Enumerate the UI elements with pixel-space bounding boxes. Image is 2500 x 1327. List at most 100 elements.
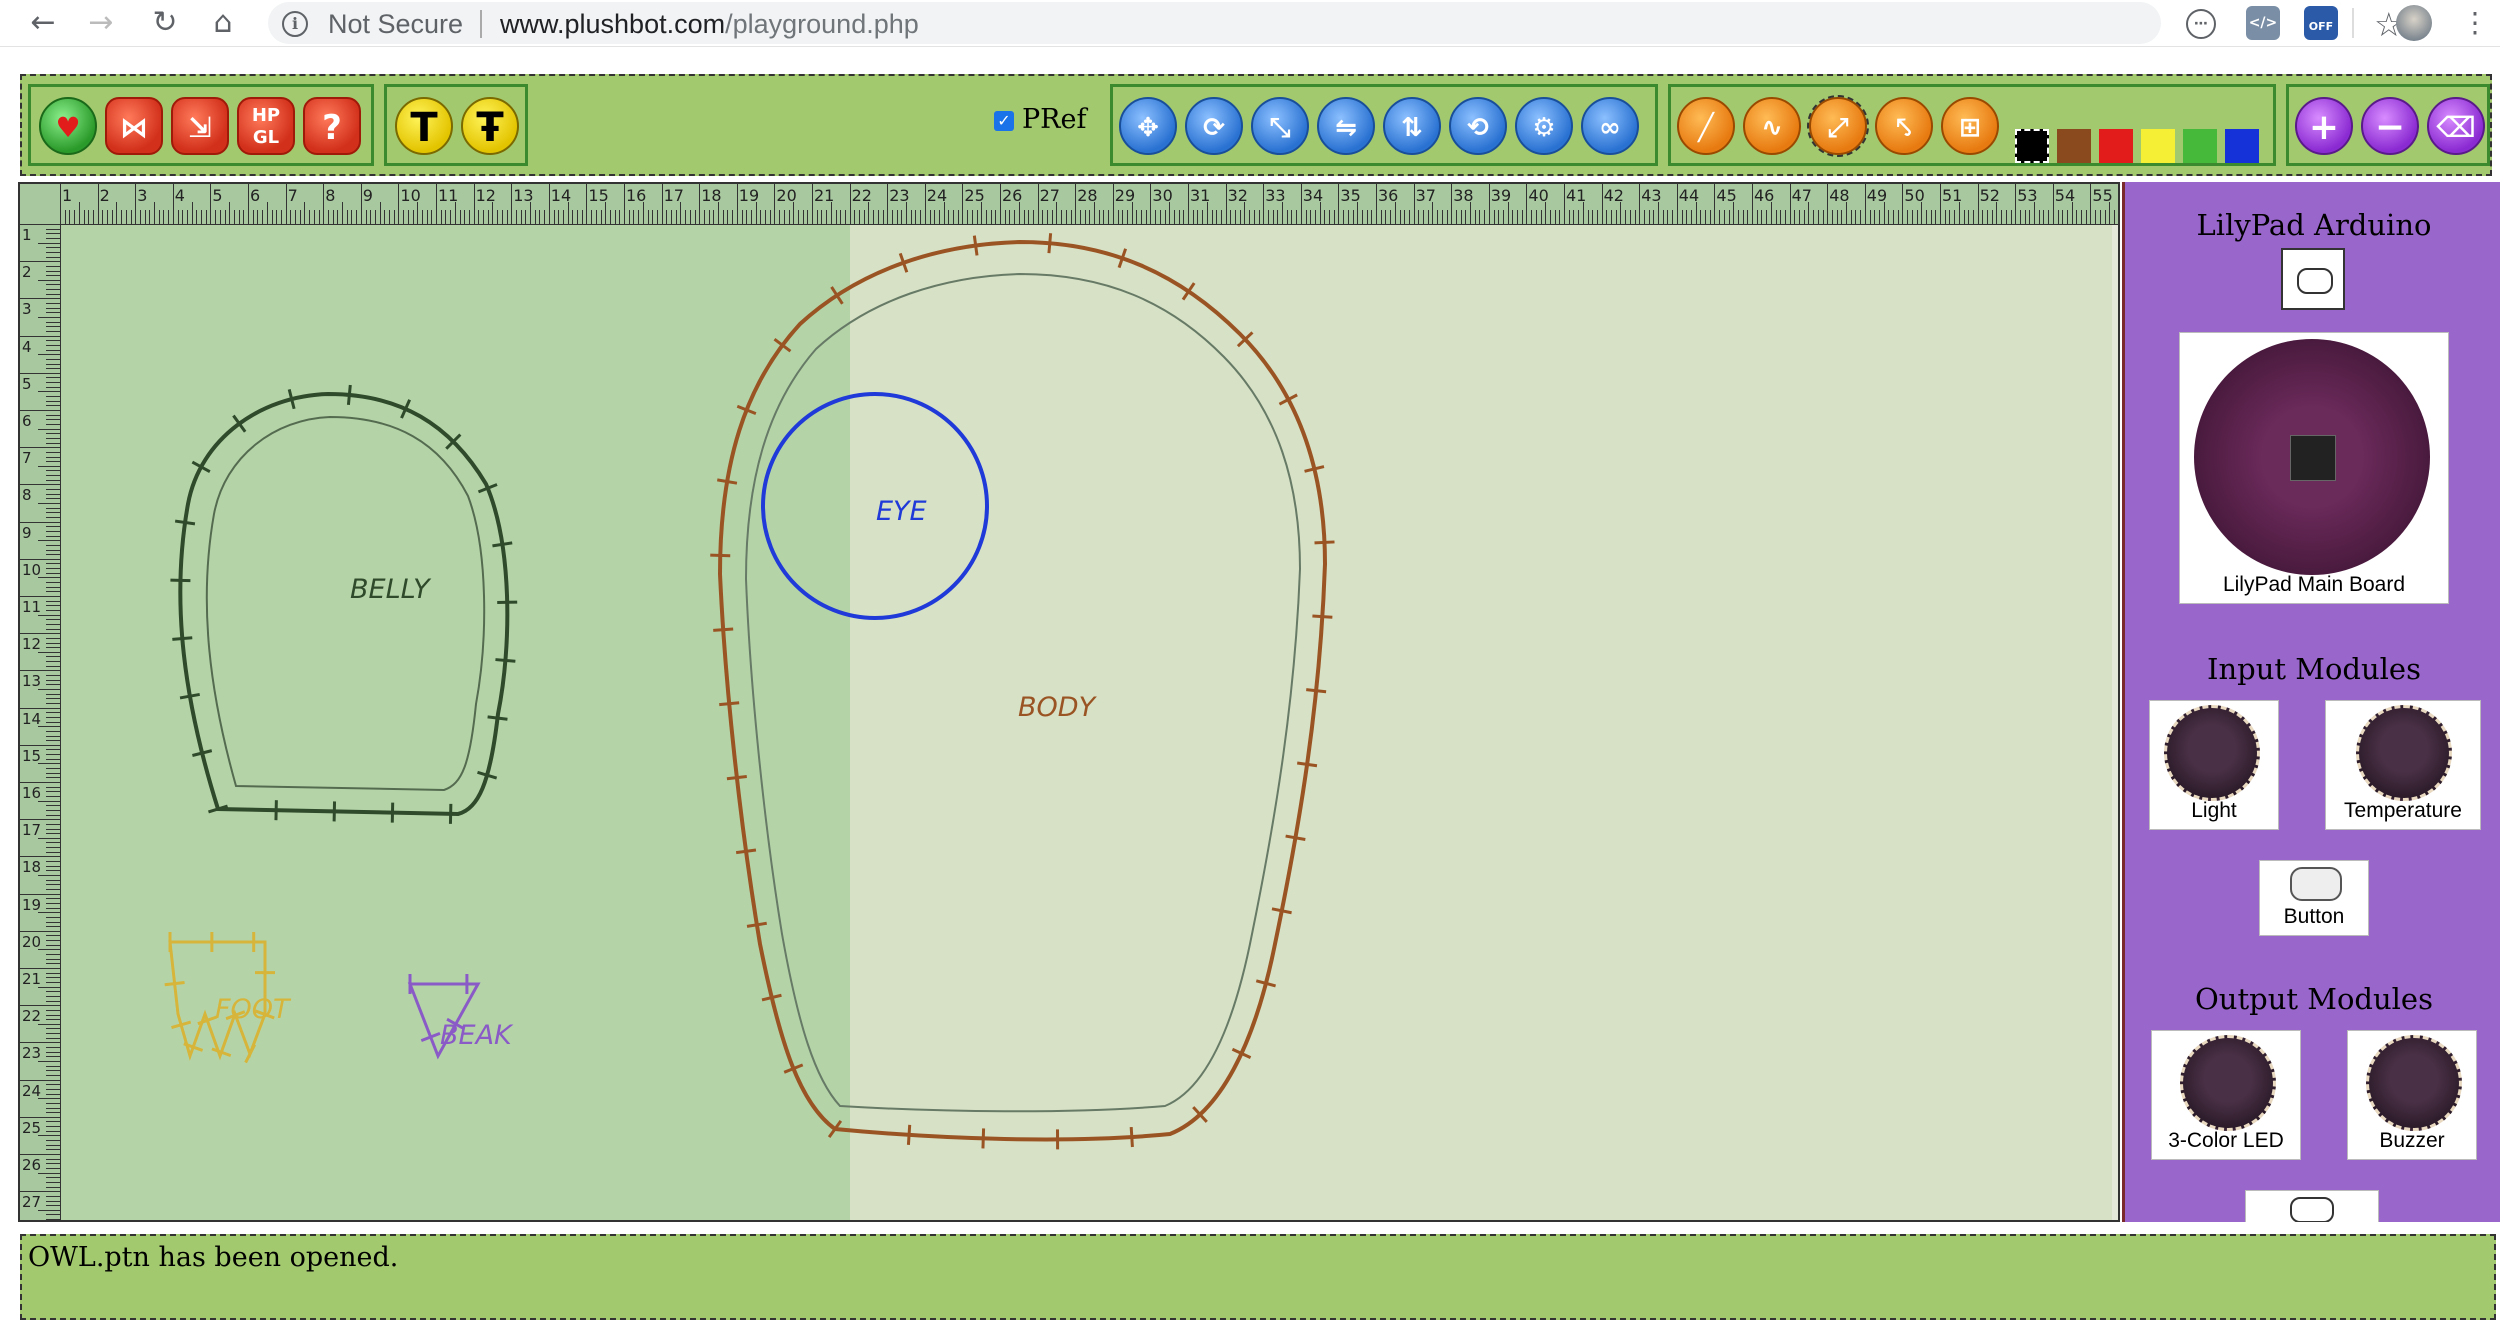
transform-tool-group: ✥ ⟳ ⤡ ⇋ ⇅ ⟲ ⚙ ∞ — [1110, 84, 1658, 166]
notch-mark — [1296, 761, 1318, 768]
export-icon[interactable]: ⇲ — [171, 97, 229, 155]
lilypad-mini-thumbnail[interactable] — [2281, 248, 2345, 310]
security-label: Not Secure — [328, 9, 464, 39]
notch-mark — [174, 519, 196, 526]
clear-icon[interactable]: ⌫ — [2427, 97, 2485, 155]
branch-icon[interactable]: ⤣ — [1875, 97, 1933, 155]
dashed-line-icon[interactable]: ⤢ — [1807, 95, 1869, 157]
rotate-point-icon[interactable]: ⟲ — [1449, 97, 1507, 155]
zoom-out-icon[interactable]: − — [2361, 97, 2419, 155]
notch-mark — [492, 541, 513, 548]
buzzer-module-label: Buzzer — [2379, 1129, 2445, 1152]
color-swatch-black[interactable] — [2015, 129, 2049, 163]
led-module-image — [2180, 1035, 2276, 1131]
status-message: OWL.ptn has been opened. — [28, 1242, 399, 1273]
beak-label: BEAK — [440, 1020, 512, 1051]
color-swatch-blue[interactable] — [2225, 129, 2259, 163]
butterfly-icon[interactable]: ⋈ — [105, 97, 163, 155]
rotate-icon[interactable]: ⟳ — [1185, 97, 1243, 155]
color-swatch-brown[interactable] — [2057, 129, 2091, 163]
text-tool-group: T Ŧ — [384, 84, 528, 166]
buzzer-module-card[interactable]: Buzzer — [2347, 1030, 2477, 1160]
partial-module-card[interactable] — [2245, 1190, 2379, 1222]
notch-mark — [164, 981, 185, 987]
info-icon[interactable]: i — [282, 11, 308, 37]
open-icon[interactable]: ♥ — [39, 97, 97, 155]
notch-mark — [1314, 540, 1335, 545]
url-text[interactable]: www.plushbot.com/playground.php — [500, 9, 919, 40]
notch-mark — [495, 658, 516, 663]
notch-mark — [716, 478, 738, 485]
body-piece[interactable] — [717, 239, 1328, 1142]
extension-icon[interactable]: ⋯ — [2186, 9, 2216, 39]
belly-label: BELLY — [350, 574, 430, 605]
browser-toolbar: ← → ↻ ⌂ i Not Secure www.plushbot.com/pl… — [0, 0, 2500, 47]
lilypad-main-board-card[interactable]: LilyPad Main Board — [2179, 332, 2449, 604]
zoom-in-icon[interactable]: + — [2295, 97, 2353, 155]
off-extension-icon[interactable]: OFF — [2304, 6, 2338, 40]
menu-icon[interactable]: ⋮ — [2456, 4, 2494, 42]
notch-mark — [1129, 1126, 1134, 1148]
color-swatch-yellow[interactable] — [2141, 129, 2175, 163]
devtools-extension-icon[interactable]: </> — [2246, 6, 2280, 40]
flip-horizontal-icon[interactable]: ⇋ — [1317, 97, 1375, 155]
notch-mark — [710, 553, 731, 558]
notch-mark — [179, 692, 200, 700]
light-module-card[interactable]: Light — [2149, 700, 2279, 830]
eye-piece[interactable] — [761, 392, 989, 620]
button-module-card[interactable]: Button — [2259, 860, 2369, 936]
notch-mark — [830, 286, 844, 305]
file-tool-group: ♥ ⋈ ⇲ HP GL ? — [28, 84, 374, 166]
led-module-card[interactable]: 3-Color LED — [2151, 1030, 2301, 1160]
link-icon[interactable]: ∞ — [1581, 97, 1639, 155]
profile-avatar[interactable] — [2396, 5, 2432, 41]
status-bar: OWL.ptn has been opened. — [20, 1234, 2496, 1320]
forward-icon[interactable]: → — [82, 4, 120, 42]
off-badge: OFF — [2308, 20, 2334, 33]
help-icon[interactable]: ? — [303, 97, 361, 155]
buzzer-module-image — [2366, 1035, 2462, 1131]
stitch-icon[interactable]: ⊞ — [1941, 97, 1999, 155]
notch-mark — [719, 701, 740, 707]
notch-mark — [487, 715, 508, 721]
line-icon[interactable]: ╱ — [1677, 97, 1735, 155]
text-strike-icon[interactable]: Ŧ — [461, 97, 519, 155]
belly-piece[interactable] — [178, 391, 510, 817]
temperature-module-card[interactable]: Temperature — [2325, 700, 2481, 830]
main-board-image — [2194, 339, 2430, 575]
notch-mark — [1047, 233, 1053, 254]
color-swatch-green[interactable] — [2183, 129, 2217, 163]
notch-mark — [1181, 282, 1196, 301]
section-title-lilypad: LilyPad Arduino — [2196, 208, 2432, 242]
zoom-tool-group: + − ⌫ — [2286, 84, 2490, 166]
settings-icon[interactable]: ⚙ — [1515, 97, 1573, 155]
notch-marks — [164, 233, 1335, 1150]
checkbox-check-icon[interactable]: ✓ — [994, 110, 1014, 131]
notch-mark — [735, 848, 757, 855]
toolbar-divider — [2352, 8, 2354, 38]
address-bar[interactable]: i Not Secure www.plushbot.com/playground… — [268, 2, 2404, 44]
text-icon[interactable]: T — [395, 97, 453, 155]
main-board-label: LilyPad Main Board — [2222, 573, 2406, 596]
url-host: www.plushbot.com — [500, 9, 726, 39]
home-icon[interactable]: ⌂ — [204, 4, 242, 42]
hpgl-icon[interactable]: HP GL — [237, 97, 295, 155]
pref-checkbox[interactable]: ✓ PRef — [994, 104, 1086, 135]
flip-vertical-icon[interactable]: ⇅ — [1383, 97, 1441, 155]
section-title-output: Output Modules — [2195, 982, 2433, 1016]
temperature-module-label: Temperature — [2344, 799, 2462, 822]
reload-icon[interactable]: ↻ — [146, 4, 184, 42]
move-icon[interactable]: ✥ — [1119, 97, 1177, 155]
mini-board-icon — [2297, 268, 2333, 294]
notch-mark — [981, 1128, 986, 1149]
pattern-canvas[interactable]: 1 2 3 4 5 6 7 8 9 10 11 12 13 14 15 16 17 18 19 20 21 22 23 24 2… — [18, 182, 2120, 1222]
notch-mark — [906, 1124, 912, 1145]
scale-icon[interactable]: ⤡ — [1251, 97, 1309, 155]
notch-mark — [346, 384, 352, 406]
temperature-sensor-image — [2356, 705, 2452, 801]
app-toolbar: ♥ ⋈ ⇲ HP GL ? T Ŧ ✓ PRef ✥ ⟳ ⤡ ⇋ ⇅ ⟲ ⚙ ∞ ╱… — [20, 74, 2492, 176]
curve-icon[interactable]: ∿ — [1743, 97, 1801, 155]
board-chip — [2290, 435, 2336, 481]
color-swatch-red[interactable] — [2099, 129, 2133, 163]
back-icon[interactable]: ← — [24, 4, 62, 42]
